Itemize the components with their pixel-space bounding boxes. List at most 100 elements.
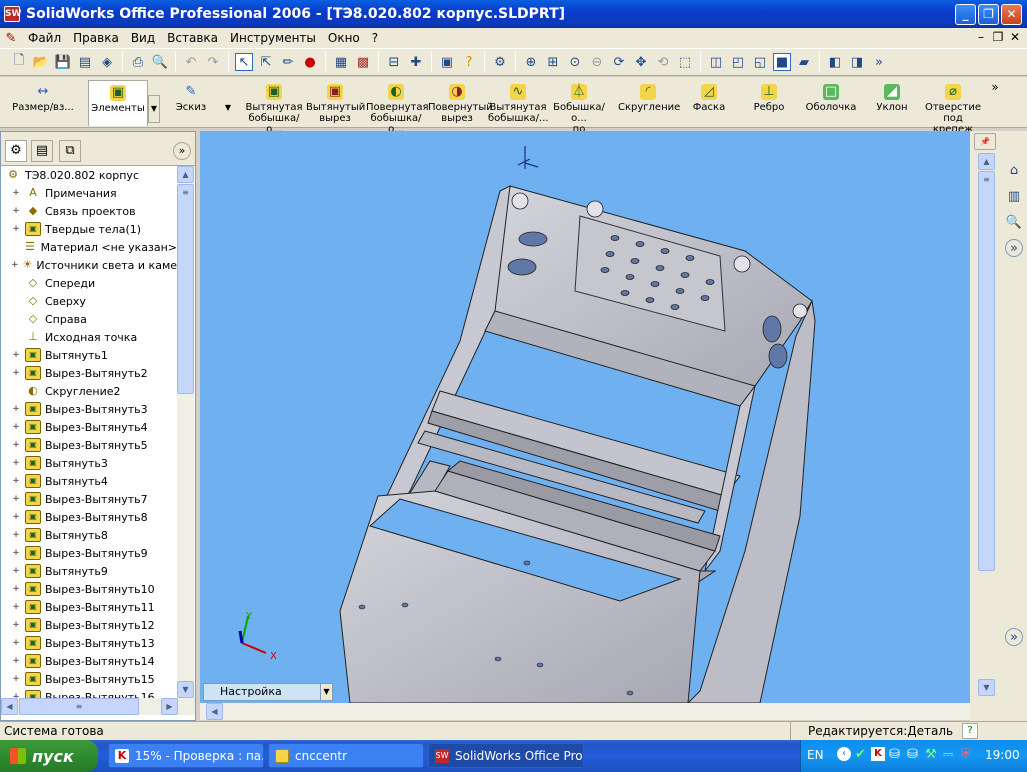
tree-item[interactable]: ◇ Спереди — [1, 274, 177, 292]
shaded-edges-icon[interactable]: ■ — [773, 53, 791, 71]
expand-toggle-icon[interactable]: + — [11, 584, 21, 594]
tray-tool-icon[interactable]: ⚒ — [925, 747, 937, 762]
expand-toggle-icon[interactable]: + — [11, 656, 21, 666]
tray-expand-icon[interactable]: ‹ — [837, 747, 851, 761]
rib-button[interactable]: ⊥ Ребро — [744, 80, 794, 126]
tree-item[interactable]: + ▣ Вырез-Вытянуть2 — [1, 364, 177, 382]
view-orientation-icon[interactable]: ⬚ — [676, 53, 694, 71]
wall-icon[interactable]: ▩ — [354, 53, 372, 71]
tray-network2-icon[interactable]: ⛁ — [907, 747, 918, 762]
configuration-dropdown-icon[interactable]: ▼ — [320, 684, 332, 700]
measure-icon[interactable]: ⚙ — [491, 53, 509, 71]
task-pane-expand-icon[interactable]: » — [1005, 239, 1023, 257]
tree-horizontal-scrollbar[interactable]: ◀ ≡ ▶ — [1, 698, 195, 715]
loft-boss-button[interactable]: ⏃ Бобышка/о...по сечениям — [550, 80, 608, 146]
expand-toggle-icon[interactable]: + — [11, 350, 21, 360]
viewport-vertical-scrollbar[interactable]: 📌 ▲ ≡ ▼ — [970, 131, 1000, 721]
menu-edit[interactable]: Правка — [67, 31, 125, 45]
document-icon[interactable]: ✎ — [0, 31, 22, 46]
tray-network-icon[interactable]: ⛁ — [889, 747, 900, 762]
restore-button[interactable]: ❐ — [978, 4, 999, 25]
tree-item[interactable]: ◐ Скругление2 — [1, 382, 177, 400]
expand-toggle-icon[interactable]: + — [11, 548, 21, 558]
expand-toggle-icon[interactable]: + — [11, 602, 21, 612]
tree-item[interactable]: + ▣ Вырез-Вытянуть7 — [1, 490, 177, 508]
expand-toggle-icon[interactable]: + — [11, 260, 19, 270]
graphics-area[interactable]: X Y — [200, 131, 970, 703]
expand-toggle-icon[interactable]: + — [11, 458, 21, 468]
configuration-manager-tab-icon[interactable]: ⧉ — [59, 140, 81, 162]
hidden-lines-removed-icon[interactable]: ◱ — [751, 53, 769, 71]
zoom-area-icon[interactable]: ⊞ — [544, 53, 562, 71]
tree-item[interactable]: + ▣ Твердые тела(1) — [1, 220, 177, 238]
grid-icon[interactable]: ▦ — [332, 53, 350, 71]
expand-toggle-icon[interactable]: + — [11, 620, 21, 630]
select-icon[interactable]: ↖ — [235, 53, 253, 71]
previous-view-icon[interactable]: ⟲ — [654, 53, 672, 71]
traffic-light-icon[interactable]: ● — [301, 53, 319, 71]
make-assembly-icon[interactable]: ◈ — [98, 53, 116, 71]
expand-toggle-icon[interactable]: + — [11, 638, 21, 648]
feature-manager-tab-icon[interactable]: ⚙ — [5, 140, 27, 162]
tree-root[interactable]: ⚙ ТЭ8.020.802 корпус — [1, 166, 177, 184]
fillet-button[interactable]: ◜ Скругление — [618, 80, 680, 126]
library-icon[interactable]: ▥ — [1005, 187, 1023, 205]
minimize-button[interactable]: _ — [955, 4, 976, 25]
doc-close-button[interactable]: ✕ — [1008, 30, 1022, 44]
redo-icon[interactable]: ↷ — [204, 53, 222, 71]
scroll-up-icon[interactable]: ▲ — [177, 166, 194, 183]
save-icon[interactable]: 💾 — [54, 53, 72, 71]
scroll-left-icon[interactable]: ◀ — [1, 698, 18, 715]
tree-vertical-scrollbar[interactable]: ▲ ≡ ▼ — [177, 166, 194, 698]
language-indicator[interactable]: EN — [807, 748, 824, 762]
tree-item[interactable]: + ▣ Вытянуть8 — [1, 526, 177, 544]
doc-minimize-button[interactable]: – — [974, 30, 988, 44]
snap-icon[interactable]: ⊟ — [385, 53, 403, 71]
tab-dimensions[interactable]: ↔ Размер/вз... — [10, 80, 76, 126]
tray-shield-icon[interactable]: ⛨ — [961, 747, 971, 762]
print-preview-icon[interactable]: 🔍 — [151, 53, 169, 71]
revolved-cut-button[interactable]: ◑ Повернутый вырез — [428, 80, 493, 126]
expand-toggle-icon[interactable]: + — [11, 530, 21, 540]
vp-scroll-up-icon[interactable]: ▲ — [978, 153, 995, 170]
tree-item[interactable]: + ▣ Вырез-Вытянуть8 — [1, 508, 177, 526]
task-pane-collapse-icon[interactable]: » — [1005, 628, 1023, 646]
sketch-icon[interactable]: ✏ — [279, 53, 297, 71]
hscroll-thumb[interactable]: ≡ — [19, 698, 139, 715]
expand-toggle-icon[interactable]: + — [11, 206, 21, 216]
tray-kaspersky-icon[interactable]: K — [871, 747, 885, 761]
tree-item[interactable]: ◇ Сверху — [1, 292, 177, 310]
render-icon[interactable]: ◨ — [848, 53, 866, 71]
expand-toggle-icon[interactable]: + — [11, 674, 21, 684]
menu-file[interactable]: Файл — [22, 31, 67, 45]
rotate-icon[interactable]: ⟳ — [610, 53, 628, 71]
options-icon[interactable]: ✚ — [407, 53, 425, 71]
tab-features[interactable]: ▣ Элементы — [88, 80, 148, 126]
taskbar-item-solidworks[interactable]: SW SolidWorks Office Pro... — [428, 743, 584, 768]
search-icon[interactable]: 🔍 — [1005, 213, 1023, 231]
expand-toggle-icon[interactable]: + — [11, 440, 21, 450]
tab-sketch[interactable]: ✎ Эскиз — [168, 80, 214, 126]
expand-toggle-icon[interactable]: + — [11, 476, 21, 486]
tree-item[interactable]: + ▣ Вытянуть1 — [1, 346, 177, 364]
open-file-icon[interactable]: 📂 — [32, 53, 50, 71]
help-icon[interactable]: ? — [460, 53, 478, 71]
tree-item[interactable]: + ☀ Источники света и камер — [1, 256, 177, 274]
tree-item[interactable]: + ▣ Вырез-Вытянуть9 — [1, 544, 177, 562]
start-button[interactable]: пуск — [0, 740, 98, 772]
menu-view[interactable]: Вид — [125, 31, 161, 45]
expand-toggle-icon[interactable]: + — [11, 368, 21, 378]
doc-restore-button[interactable]: ❐ — [991, 30, 1005, 44]
commandmanager-overflow-icon[interactable]: » — [988, 80, 1002, 126]
expand-toggle-icon[interactable]: + — [11, 224, 21, 234]
sketch-dropdown[interactable]: ▼ — [222, 95, 234, 123]
hole-wizard-button[interactable]: ⌀ Отверстие под крепеж — [922, 80, 984, 135]
tree-item[interactable]: + ▣ Вырез-Вытянуть14 — [1, 652, 177, 670]
scroll-right-icon[interactable]: ▶ — [161, 698, 178, 715]
zoom-in-out-icon[interactable]: ⊙ — [566, 53, 584, 71]
vp-scroll-down-icon[interactable]: ▼ — [978, 679, 995, 696]
pin-icon[interactable]: 📌 — [974, 133, 996, 150]
expand-toggle-icon[interactable]: + — [11, 404, 21, 414]
zoom-selection-icon[interactable]: ⊖ — [588, 53, 606, 71]
features-dropdown[interactable]: ▼ — [148, 95, 160, 123]
